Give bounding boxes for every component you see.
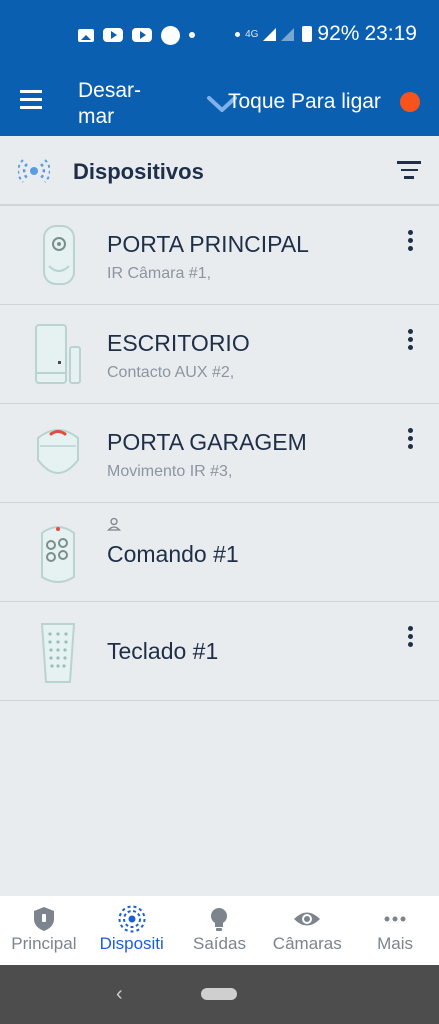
device-name: Teclado #1 bbox=[107, 638, 219, 664]
device-subtitle: IR Câmara #1, bbox=[107, 265, 212, 282]
page-title: Dispositivos bbox=[73, 159, 204, 184]
network-type: 4G bbox=[245, 28, 259, 40]
notification-circle-icon bbox=[161, 25, 180, 45]
clock: 23:19 bbox=[364, 22, 417, 45]
tab-mais[interactable]: Mais bbox=[351, 896, 439, 965]
list-item[interactable]: ESCRITORIO Contacto AUX #2, bbox=[0, 305, 439, 404]
device-name: ESCRITORIO bbox=[107, 330, 250, 356]
app-bar: Desar- mar Toque Para ligar bbox=[0, 68, 439, 136]
more-options-button[interactable] bbox=[400, 329, 420, 353]
tab-label: Câmaras bbox=[272, 934, 342, 953]
signal-icon bbox=[281, 27, 295, 41]
more-options-button[interactable] bbox=[400, 626, 420, 650]
more-options-button[interactable] bbox=[400, 230, 420, 254]
more-horizontal-icon bbox=[384, 916, 406, 922]
youtube-icon bbox=[132, 28, 152, 42]
battery-level: 92% bbox=[317, 22, 360, 45]
status-indicator bbox=[400, 92, 420, 112]
section-header: Dispositivos bbox=[0, 136, 439, 206]
menu-button[interactable] bbox=[20, 90, 48, 114]
remote-control-icon bbox=[41, 526, 75, 583]
device-name: PORTA PRINCIPAL bbox=[107, 231, 309, 257]
tab-label: Principal bbox=[11, 934, 77, 953]
device-subtitle: Movimento IR #3, bbox=[107, 463, 233, 480]
tab-label: Dispositi bbox=[99, 934, 164, 953]
devices-icon bbox=[18, 159, 50, 183]
devices-icon bbox=[118, 905, 146, 933]
arm-toggle-label[interactable]: Toque Para ligar bbox=[228, 90, 381, 114]
keypad-icon bbox=[40, 623, 76, 683]
list-item[interactable]: Comando #1 bbox=[0, 503, 439, 602]
tab-principal[interactable]: Principal bbox=[0, 896, 88, 965]
home-button[interactable] bbox=[201, 988, 237, 1000]
back-icon[interactable]: ‹ bbox=[116, 983, 123, 1006]
notification-icons bbox=[78, 24, 195, 46]
youtube-icon bbox=[103, 28, 123, 42]
dot-icon bbox=[189, 32, 195, 38]
tab-dispositivos[interactable]: Dispositi bbox=[88, 896, 176, 965]
door-contact-icon bbox=[35, 324, 81, 384]
device-name: PORTA GARAGEM bbox=[107, 429, 307, 455]
filter-button[interactable] bbox=[396, 161, 422, 181]
bottom-navigation: Principal Dispositi Saídas Câmaras Mais bbox=[0, 896, 439, 965]
lightbulb-icon bbox=[211, 908, 228, 931]
system-status: 4G 92% 23:19 bbox=[235, 22, 417, 46]
tab-camaras[interactable]: Câmaras bbox=[263, 896, 351, 965]
list-item[interactable]: Teclado #1 bbox=[0, 602, 439, 701]
image-icon bbox=[78, 28, 94, 42]
status-bar: 4G 92% 23:19 bbox=[0, 0, 439, 68]
device-list: PORTA PRINCIPAL IR Câmara #1, ESCRITORIO… bbox=[0, 206, 439, 701]
list-item[interactable]: PORTA PRINCIPAL IR Câmara #1, bbox=[0, 206, 439, 305]
tab-saidas[interactable]: Saídas bbox=[176, 896, 264, 965]
dot-icon bbox=[235, 31, 241, 37]
tab-label: Mais bbox=[377, 934, 414, 953]
eye-icon bbox=[294, 912, 321, 926]
list-item[interactable]: PORTA GARAGEM Movimento IR #3, bbox=[0, 404, 439, 503]
shield-icon bbox=[33, 907, 54, 931]
user-icon bbox=[107, 517, 121, 531]
more-options-button[interactable] bbox=[400, 428, 420, 452]
motion-sensor-icon bbox=[37, 429, 79, 474]
system-navigation-bar: ‹ bbox=[0, 965, 439, 1024]
device-subtitle: Contacto AUX #2, bbox=[107, 364, 235, 381]
tab-label: Saídas bbox=[193, 934, 246, 953]
camera-sensor-icon bbox=[43, 225, 75, 285]
battery-icon bbox=[302, 26, 313, 42]
signal-icon bbox=[263, 27, 277, 41]
device-name: Comando #1 bbox=[107, 541, 239, 567]
arm-state-title: Desar- mar bbox=[78, 79, 142, 128]
